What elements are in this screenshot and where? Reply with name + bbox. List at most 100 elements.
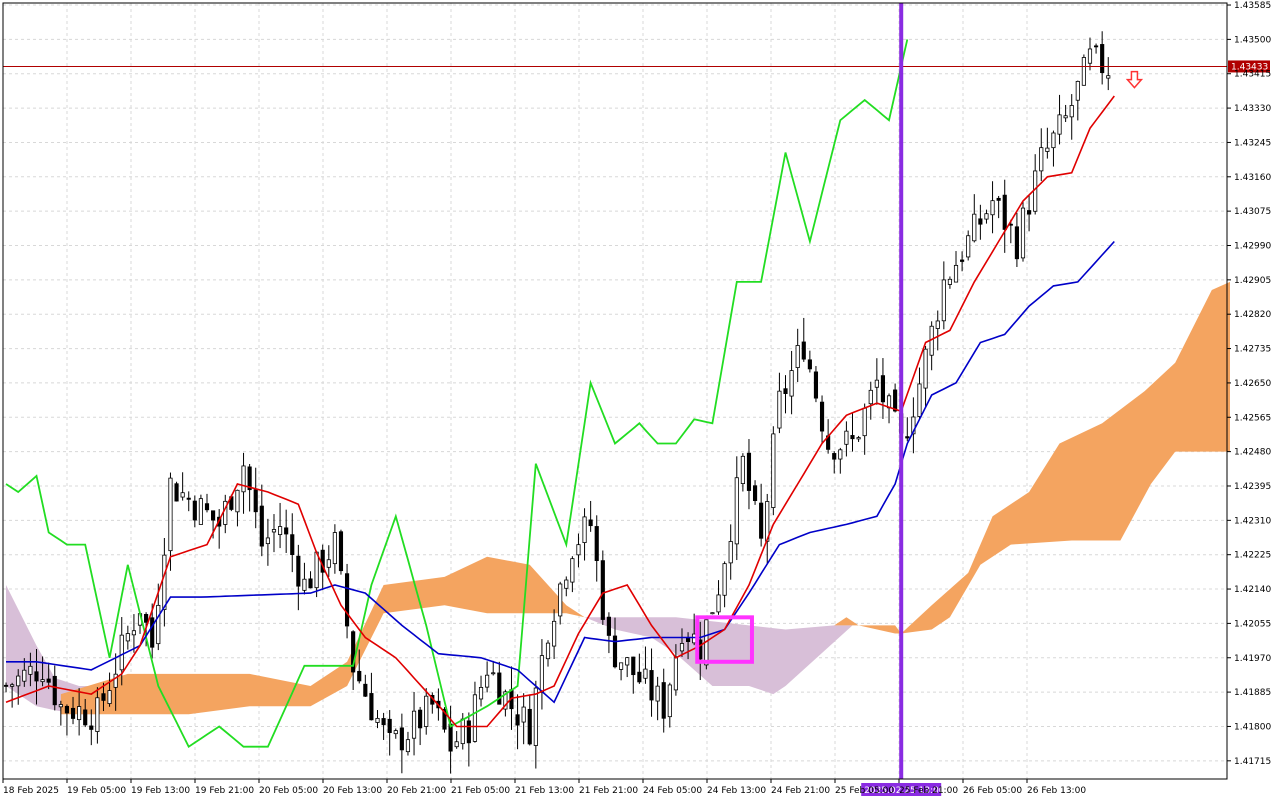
candle-bear [204,503,210,511]
y-tick-label: 1.42310 [1234,516,1271,526]
candle-bull [619,662,624,670]
candle-bull [728,541,733,564]
candle-bear [387,718,392,733]
candle-bull [393,730,398,735]
y-tick-label: 1.42395 [1234,482,1271,492]
candle-bear [296,555,301,587]
cloud-bull-segment [901,281,1230,634]
candle-bull [582,516,587,543]
candle-bull [923,348,928,389]
candle-bull [625,657,630,666]
candle-bear [588,519,593,527]
candle-bull [485,674,490,688]
candle-bear [759,502,764,539]
candle-bear [1014,226,1019,260]
candle-bull [1039,147,1044,172]
y-tick-label: 1.43500 [1234,35,1271,45]
candle-bear [253,489,258,513]
candle-bear [783,388,788,394]
candle-bull [28,665,33,675]
candle-bull [314,551,319,589]
candle-bull [716,594,721,613]
candle-bull [552,620,557,647]
candle-bear [399,727,404,751]
candle-bull [564,579,569,589]
candle-bear [1100,44,1105,74]
y-tick-label: 1.43330 [1234,104,1271,114]
x-tick-label: 24 Feb 05:00 [643,786,702,796]
candle-bull [405,739,411,753]
candle-bear [46,678,51,683]
candle-bull [673,656,678,691]
candle-bear [466,720,471,744]
y-tick-label: 1.43160 [1234,173,1271,183]
candle-bull [1045,147,1050,152]
candle-bull [868,389,873,405]
candle-bull [332,532,337,565]
candle-bear [880,375,886,403]
candle-bull [570,558,575,583]
candle-bull [777,390,782,429]
x-tick-label: 18 Feb 2025 [3,786,59,796]
candle-bull [119,634,124,671]
candle-bull [844,430,849,445]
y-tick-label: 1.42480 [1234,448,1271,458]
candle-bear [819,401,825,432]
candle-bull [460,718,465,745]
candle-bull [972,213,977,242]
candle-bear [150,617,155,648]
x-tick-label: 19 Feb 05:00 [67,786,126,796]
y-tick-label: 1.42735 [1234,345,1271,355]
candle-bull [58,704,63,708]
candle-bear [1027,210,1032,215]
candle-bear [64,705,70,714]
candle-bull [941,279,946,322]
x-tick-label: 21 Feb 21:00 [579,786,638,796]
candle-bull [265,537,270,545]
candle-bear [369,693,374,721]
candle-bull [235,489,240,513]
candle-bull [856,437,861,440]
candle-bull [424,695,429,727]
x-tick-label: 20 Feb 21:00 [387,786,446,796]
candle-bear [259,505,264,547]
x-tick-label: 19 Feb 13:00 [131,786,190,796]
candle-bull [545,642,551,660]
candle-bear [308,578,313,589]
candle-bull [576,544,581,556]
candle-bear [960,259,965,262]
candle-bull [302,578,307,591]
candle-bull [1057,114,1062,135]
y-tick-label: 1.43075 [1234,207,1271,217]
candle-bull [478,686,484,700]
candle-bear [746,452,752,491]
candle-bear [515,714,520,726]
candle-bear [418,709,423,729]
y-tick-label: 1.41885 [1234,688,1271,698]
candle-bear [752,485,758,502]
candle-bear [637,671,642,683]
candle-bear [101,693,106,701]
candle-bear [612,635,618,668]
x-tick-label: 20 Feb 13:00 [323,786,382,796]
candle-bull [411,710,417,739]
candle-bear [70,707,76,719]
x-tick-label: 26 Feb 05:00 [963,786,1022,796]
candle-bear [290,534,295,556]
candle-bear [83,709,88,726]
candle-bear [1002,194,1007,230]
candle-bear [344,573,350,627]
candle-bull [643,668,648,679]
tenkan-sen-line [5,95,1115,728]
candle-bull [277,526,283,536]
y-tick-label: 1.42905 [1234,276,1271,286]
candle-bull [990,200,995,216]
candle-bear [1094,45,1099,48]
y-tick-label: 1.41800 [1234,722,1271,732]
candle-bull [125,633,130,642]
candle-bear [144,614,149,623]
candle-bear [686,637,691,642]
candle-bull [734,477,739,545]
cloud-bear-segment [584,617,853,695]
candle-bull [180,492,185,498]
